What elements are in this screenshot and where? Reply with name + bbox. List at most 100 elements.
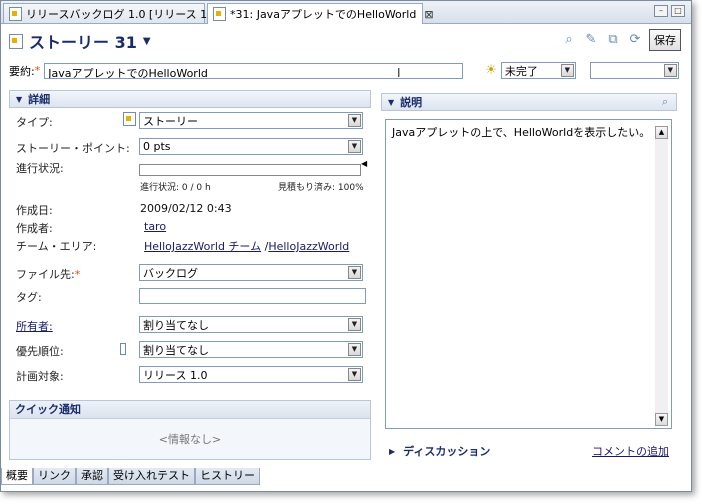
story-icon: [9, 33, 23, 49]
scroll-down-icon[interactable]: ▼: [655, 413, 668, 426]
creator-link[interactable]: taro: [144, 220, 166, 233]
tab-history[interactable]: ヒストリー: [195, 468, 260, 485]
progress-bar: [139, 164, 361, 176]
project-link[interactable]: HelloJazzWorld: [268, 240, 349, 253]
story-points-label: ストーリー・ポイント:: [16, 142, 130, 155]
story-points-value: 0 pts: [143, 140, 171, 153]
quick-info-empty: <情報なし>: [158, 433, 222, 446]
planned-for-label: 計画対象:: [16, 370, 64, 383]
status-combo[interactable]: 未完了 ▼: [500, 62, 576, 79]
tab-story-31[interactable]: *31: JavaアプレットでのHelloWorld ⊠: [207, 3, 434, 24]
tab-approvals[interactable]: 承認: [76, 468, 108, 485]
filed-against-value: バックログ: [143, 266, 198, 280]
tags-label: タグ:: [16, 291, 42, 304]
tab-links[interactable]: リンク: [33, 468, 76, 485]
editor-header: ストーリー 31 ▼: [9, 29, 151, 53]
chevron-down-icon[interactable]: ▼: [663, 64, 677, 77]
type-combo[interactable]: ストーリー ▼: [139, 112, 363, 129]
subscribe-icon[interactable]: ✎: [583, 32, 599, 48]
save-button[interactable]: 保存: [649, 29, 681, 51]
chevron-down-icon[interactable]: ▼: [348, 368, 361, 381]
discussion-title: ディスカッション: [403, 445, 491, 458]
editor-tab-bar: リリースバックログ 1.0 [リリース 1.0] *31: Javaアプレットで…: [1, 1, 691, 24]
tab-acceptance-test[interactable]: 受け入れテスト: [108, 468, 195, 485]
required-marker: *: [74, 268, 81, 281]
description-textarea[interactable]: Javaアプレットの上で、HelloWorldを表示したい。 ▲ ▼: [385, 119, 672, 429]
filed-against-combo[interactable]: バックログ ▼: [139, 264, 363, 281]
team-area-value: HelloJazzWorld チーム /HelloJazzWorld: [144, 238, 349, 254]
priority-label: 優先順位:: [16, 345, 64, 358]
owner-label-link[interactable]: 所有者:: [16, 318, 53, 334]
editor-toolbar: ⌕ ✎ ⧉ ⟳ 保存: [561, 29, 681, 51]
planned-for-combo[interactable]: リリース 1.0 ▼: [139, 366, 363, 383]
window-controls: – □: [654, 5, 685, 17]
duplicate-icon[interactable]: ⧉: [605, 32, 621, 48]
text-cursor-icon: I: [397, 66, 401, 80]
estimate-text: 見積もり済み: 100%: [278, 183, 364, 193]
summary-row: 要約: * JavaアプレットでのHelloWorld ☀ 未完了 ▼ ▼: [9, 62, 679, 79]
page-title: ストーリー 31: [29, 33, 137, 52]
filed-against-text: ファイル先:: [16, 268, 75, 281]
expand-triangle-icon: ▶: [389, 446, 396, 456]
chevron-down-icon[interactable]: ▼: [143, 36, 151, 47]
refresh-icon[interactable]: ⟳: [627, 32, 643, 48]
owner-combo[interactable]: 割り当てなし ▼: [139, 316, 363, 333]
details-header[interactable]: ▼ 詳細: [9, 90, 371, 108]
progress-marker-icon: ◀: [361, 159, 368, 168]
resolution-combo[interactable]: ▼: [589, 62, 679, 79]
description-header[interactable]: ▼ 説明 ⌕: [381, 93, 677, 111]
created-value: 2009/02/12 0:43: [140, 202, 232, 215]
status-value: 未完了: [504, 64, 538, 78]
tab-label: *31: JavaアプレットでのHelloWorld: [230, 8, 417, 21]
team-link[interactable]: HelloJazzWorld チーム: [144, 240, 261, 253]
progress-label: 進行状況:: [16, 162, 64, 175]
add-comment-link[interactable]: コメントの追加: [592, 443, 669, 459]
story-points-combo[interactable]: 0 pts ▼: [139, 138, 363, 155]
editor-page-tabs: 概要 リンク 承認 受け入れテスト ヒストリー: [1, 468, 260, 486]
planned-for-value: リリース 1.0: [143, 368, 208, 382]
tab-overview[interactable]: 概要: [1, 468, 33, 485]
summary-label: 要約:: [9, 64, 35, 78]
tab-label: リリースバックログ 1.0 [リリース 1.0]: [26, 7, 222, 21]
maximize-icon[interactable]: □: [671, 5, 685, 17]
vertical-scrollbar[interactable]: ▲ ▼: [655, 126, 668, 426]
chevron-down-icon[interactable]: ▼: [348, 266, 361, 279]
required-marker: *: [34, 64, 41, 77]
story-icon: [213, 7, 226, 21]
priority-icon: [120, 343, 126, 355]
discussion-header[interactable]: ▶ ディスカッション コメントの追加: [385, 442, 675, 460]
chevron-down-icon[interactable]: ▼: [348, 140, 361, 153]
search-icon[interactable]: ⌕: [662, 95, 668, 109]
scroll-up-icon[interactable]: ▲: [655, 126, 668, 139]
chevron-down-icon[interactable]: ▼: [348, 343, 361, 356]
backlog-icon: [9, 6, 22, 21]
owner-value: 割り当てなし: [143, 318, 209, 332]
chevron-down-icon[interactable]: ▼: [560, 64, 574, 77]
editor-window: リリースバックログ 1.0 [リリース 1.0] *31: Javaアプレットで…: [0, 0, 692, 492]
created-label: 作成日:: [16, 204, 53, 217]
description-text: Javaアプレットの上で、HelloWorldを表示したい。: [392, 126, 651, 139]
creator-label: 作成者:: [16, 222, 53, 235]
quick-info-title: クイック通知: [10, 401, 370, 419]
minimize-icon[interactable]: –: [654, 5, 668, 17]
lightbulb-icon: ☀: [485, 63, 497, 78]
chevron-down-icon[interactable]: ▼: [348, 114, 361, 127]
collapse-triangle-icon: ▼: [388, 97, 395, 107]
story-type-icon: [123, 112, 136, 126]
description-title: 説明: [400, 96, 423, 109]
close-icon[interactable]: ⊠: [424, 8, 433, 21]
tags-input[interactable]: [139, 288, 366, 304]
priority-combo[interactable]: 割り当てなし ▼: [139, 341, 363, 358]
search-icon[interactable]: ⌕: [561, 32, 577, 48]
filed-against-label: ファイル先:*: [16, 266, 80, 282]
progress-text: 進行状況: 0 / 0 h: [140, 183, 211, 193]
quick-info-panel: クイック通知 <情報なし>: [9, 400, 371, 460]
chevron-down-icon[interactable]: ▼: [348, 318, 361, 331]
tab-release-backlog[interactable]: リリースバックログ 1.0 [リリース 1.0]: [3, 3, 222, 23]
type-label: タイプ:: [16, 116, 53, 129]
team-area-label: チーム・エリア:: [16, 240, 97, 253]
collapse-triangle-icon: ▼: [16, 94, 23, 104]
priority-value: 割り当てなし: [143, 343, 209, 357]
type-value: ストーリー: [143, 114, 198, 128]
details-title: 詳細: [28, 93, 51, 106]
